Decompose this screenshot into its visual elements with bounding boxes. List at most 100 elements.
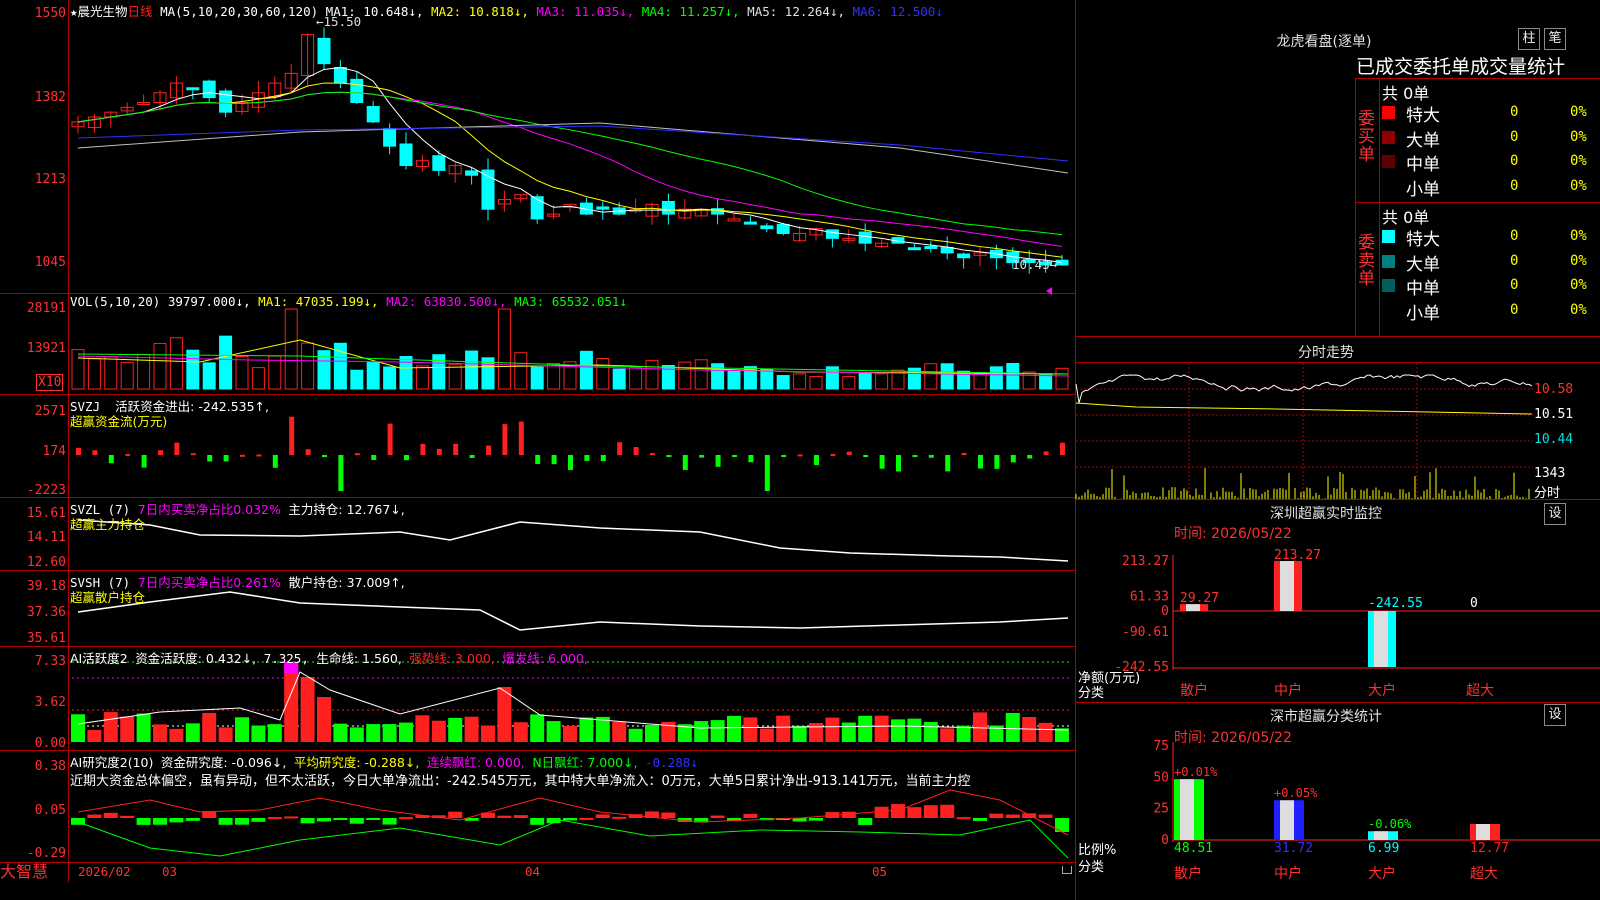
tab-stats[interactable]: 统计 [1527,56,1565,78]
research-bar [185,818,200,821]
order-size-name: 大单 [1406,254,1440,275]
high-price-label: ←15.50 [316,14,362,29]
vol-value: 39797.000↓, [167,294,251,309]
svzl-ratio: 7日内买卖净占比0.032% [137,502,281,517]
money-flow-bar [305,449,311,455]
money-flow-bar [174,442,180,455]
monitor-category: 超大 [1466,683,1494,699]
money-flow-bar [666,455,672,457]
ma6-value: MA6: 12.500↓ [852,4,943,19]
candlestick-chart[interactable] [0,0,1076,882]
favorite-star-icon[interactable]: ★ [70,4,78,19]
main-chart-header: ★晨光生物日线 MA(5,10,20,30,60,120) MA1: 10.64… [70,1,943,20]
tick-view-button[interactable]: 笔 [1544,28,1566,50]
activity-bar [530,714,545,742]
volume-bar [629,366,643,390]
ai-research-b: 平均研究度: -0.288↓, [293,755,420,770]
order-size-name: 特大 [1406,106,1440,126]
monitor-bar [1368,611,1396,667]
money-flow-bar [682,455,688,470]
order-percent: 0% [1570,177,1587,194]
activity-bar [743,717,758,742]
activity-bar [464,716,479,742]
y-tick: 39.18 [26,579,66,594]
ai-research-e: -0.288↓ [645,755,698,770]
monitor-chart[interactable]: 213.2761.330-90.61-242.5529.27散户213.27中户… [1076,500,1600,700]
order-percent: 0% [1570,252,1587,269]
money-flow-bar [240,454,245,457]
bar-view-button[interactable]: 柱 [1518,28,1540,50]
money-flow-bar [436,448,442,455]
classify-category: 中户 [1274,865,1302,882]
svsh-value: 散户持仓: 37.009↑, [288,575,405,590]
money-flow-bar [108,455,114,464]
research-bar [399,817,413,820]
research-bar [136,818,151,825]
ai-active-d: 强势线: 3.000, [409,651,495,666]
research-bar [218,818,233,825]
activity-bar [448,717,463,742]
order-size-swatch [1382,179,1395,193]
lock-icon[interactable] [1062,866,1072,874]
money-flow-bar [354,453,360,456]
classify-value-label: 12.77 [1470,841,1509,856]
classify-change-label: +0.05% [1274,786,1318,800]
volume-bar [301,342,315,390]
money-flow-bar [633,447,639,455]
vol-ma1: MA1: 47035.199↓, [258,294,379,309]
volume-bar [645,359,659,390]
intraday-chart[interactable] [1075,363,1533,499]
research-bar [120,815,135,818]
research-bar [923,805,938,818]
activity-bar [1005,712,1020,742]
classify-bar-shine [1374,831,1388,840]
money-flow-bar [518,421,524,455]
activity-bar [333,723,348,742]
intraday-tick: 10.58 [1534,382,1574,397]
classify-category: 超大 [1470,866,1498,882]
sell-orders-label: 委卖单 [1358,233,1375,289]
activity-bar [694,721,709,742]
candle-body [596,206,610,210]
volume-bar [727,369,741,390]
research-bar [579,817,594,820]
activity-bar [563,725,577,742]
volume-bar [399,356,413,390]
tab-filled[interactable]: 已成交 [1356,56,1413,78]
money-flow-bar [92,450,98,455]
longhu-title: 龙虎看盘(逐单) [1276,34,1372,50]
chart-area[interactable]: ★晨光生物日线 MA(5,10,20,30,60,120) MA1: 10.64… [0,0,1076,900]
period-label[interactable]: 日线 [128,4,153,19]
candle-body [661,200,675,215]
activity-bar [858,715,873,742]
research-bar [235,818,249,825]
order-percent: 0% [1570,228,1587,244]
tab-orders[interactable]: 委托单 [1413,56,1470,78]
classify-chart[interactable]: 75 50 25 0 +0.01% 48.51 散户 +0.05% 31.72 中户 -0.06% 6… [1076,700,1600,900]
tab-volume[interactable]: 成交量 [1470,56,1527,78]
volume-bar [989,366,1003,390]
research-bar [858,818,873,825]
research-bar [300,818,315,824]
classify-category: 大户 [1368,865,1396,882]
activity-bar [87,729,102,742]
research-bar [563,818,577,821]
ai-research-d: N日飘红: 7.000↓, [532,755,638,770]
y-tick: 7.33 [34,654,66,669]
brand-logo[interactable]: 大智慧 [0,862,68,882]
money-flow-bar [141,455,147,468]
order-count: 0 [1510,277,1519,293]
research-bar [317,818,331,822]
low-price-label: 10.43→ [1012,257,1058,272]
research-bar [973,818,987,821]
money-flow-bar [896,455,901,472]
volume-bar [71,349,85,390]
classify-value-label: 48.51 [1174,841,1213,856]
volume-bar [235,356,249,390]
money-flow-bar [797,454,803,457]
activity-bar [235,717,249,742]
money-flow-bar [158,450,163,455]
monitor-value-label: 0 [1470,596,1478,611]
research-bar [333,818,348,820]
activity-bar [349,727,364,742]
